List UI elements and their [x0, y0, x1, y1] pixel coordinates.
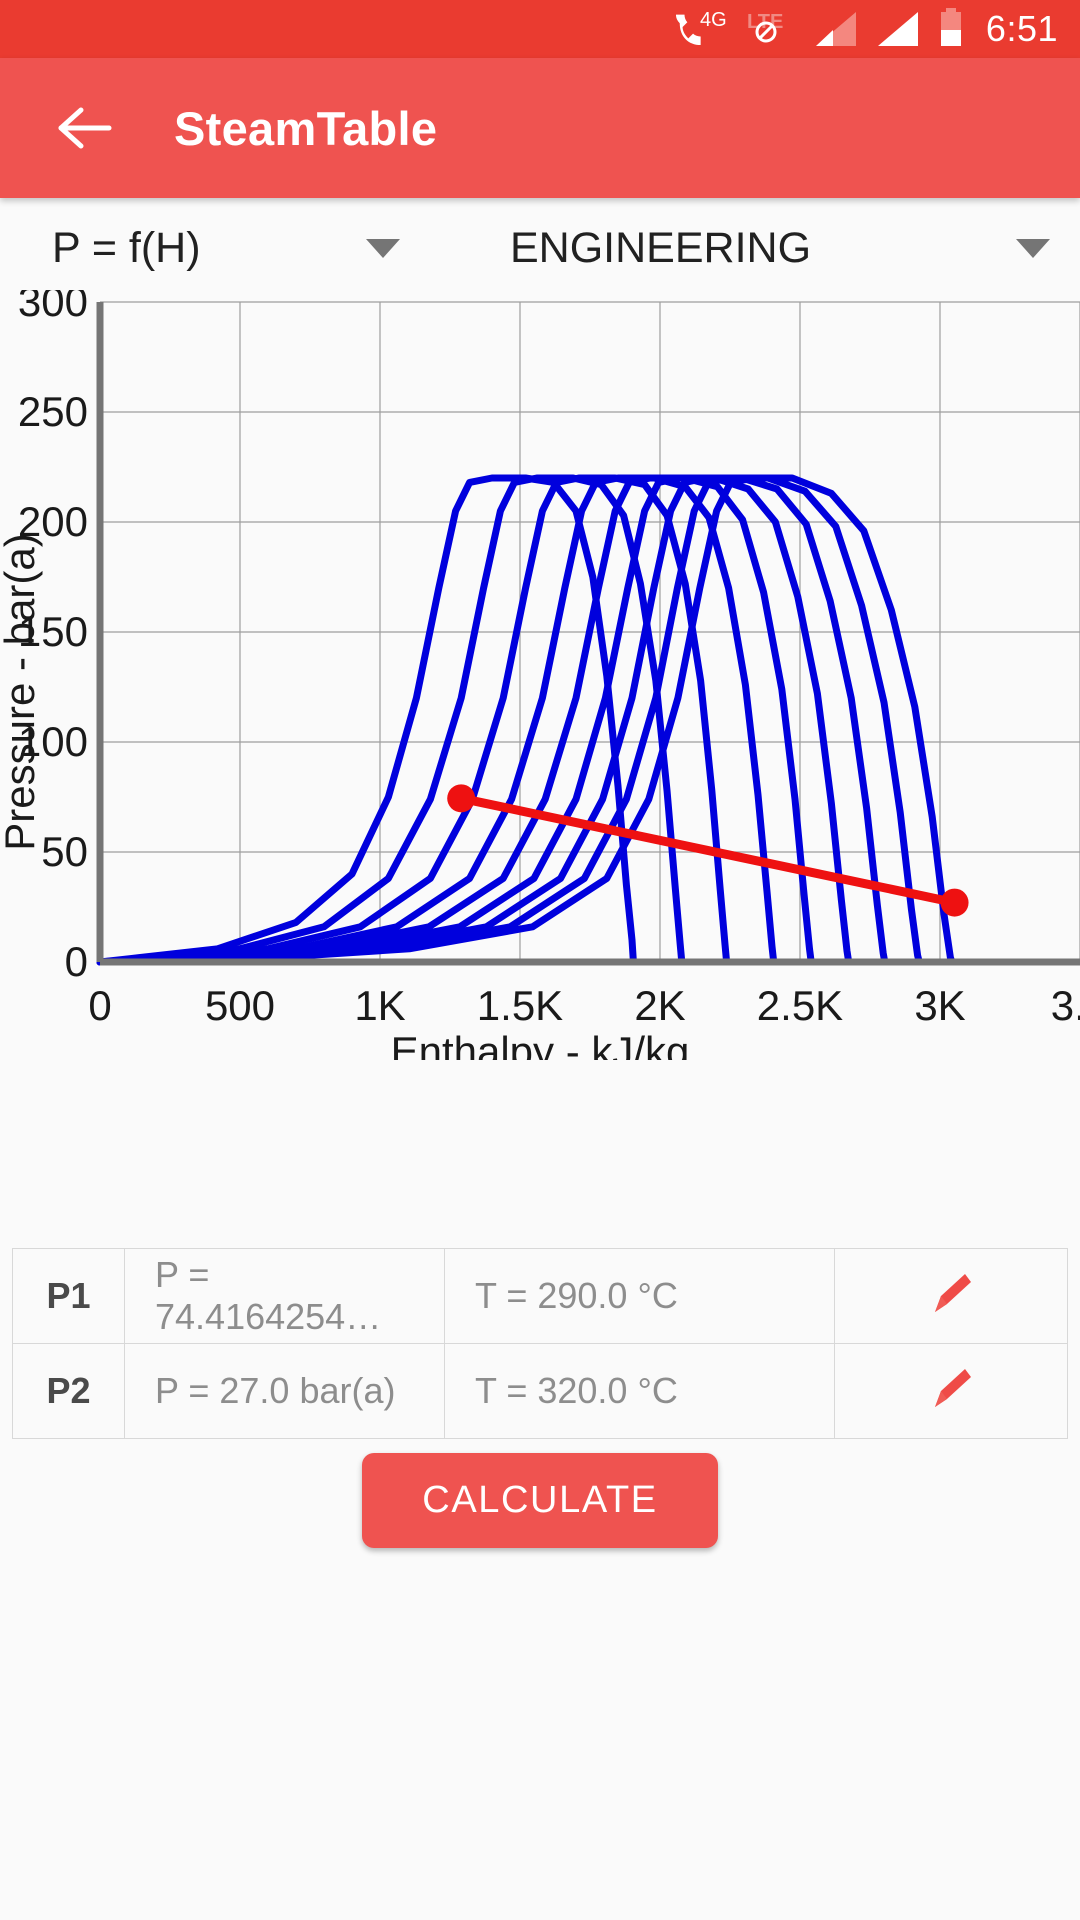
point-pressure[interactable]: P = 74.4164254…	[125, 1249, 445, 1343]
x-axis-tick-label: 2.5K	[757, 982, 843, 1029]
pressure-enthalpy-chart[interactable]: 05010015020025030005001K1.5K2K2.5K3K3.5P…	[0, 290, 1080, 1060]
signal-bar-2-icon	[874, 8, 922, 50]
x-axis-title: Enthalpy - kJ/kg	[391, 1028, 690, 1060]
edit-point-button[interactable]	[835, 1249, 1067, 1343]
status-bar-clock: 6:51	[985, 8, 1058, 49]
units-spinner[interactable]: ENGINEERING	[480, 202, 1080, 294]
chart-canvas: 05010015020025030005001K1.5K2K2.5K3K3.5P…	[0, 290, 1080, 1060]
page-title: SteamTable	[174, 101, 438, 155]
back-button[interactable]	[52, 95, 118, 161]
point-pressure[interactable]: P = 27.0 bar(a)	[125, 1344, 445, 1438]
pencil-edit-icon	[935, 1369, 971, 1407]
table-row: P1 P = 74.4164254… T = 290.0 °C	[12, 1248, 1068, 1344]
point-tag: P2	[13, 1344, 125, 1438]
arrow-back-icon	[58, 107, 112, 149]
status-bar: 4G LTE 6:51	[0, 0, 1080, 58]
x-axis-tick-label: 0	[88, 982, 111, 1029]
process-point-marker[interactable]	[940, 888, 969, 917]
calculate-row: CALCULATE	[0, 1453, 1080, 1548]
spinner-row: P = f(H) ENGINEERING	[0, 198, 1080, 290]
mode-spinner-value: P = f(H)	[52, 223, 201, 272]
y-axis-title: Pressure - bar(a)	[0, 533, 43, 850]
y-axis-tick-label: 0	[65, 938, 88, 985]
main-content: P = f(H) ENGINEERING 0 50 100 150 200 250 300 0…	[0, 198, 1080, 1920]
x-axis-tick-label: 500	[205, 982, 275, 1029]
chevron-down-icon	[1016, 238, 1050, 258]
calculate-button[interactable]: CALCULATE	[362, 1453, 718, 1548]
signal-bar-1-icon	[812, 8, 860, 50]
pencil-edit-icon	[935, 1274, 971, 1312]
x-axis-tick-label: 1.5K	[477, 982, 563, 1029]
chart-series-line	[96, 474, 637, 966]
lte-blocked-icon: LTE	[744, 8, 798, 50]
y-axis-tick-label: 50	[41, 828, 88, 875]
points-table: P1 P = 74.4164254… T = 290.0 °C P2 P = 2…	[12, 1248, 1068, 1439]
battery-icon	[936, 8, 966, 50]
process-point-marker[interactable]	[447, 784, 476, 813]
edit-point-button[interactable]	[835, 1344, 1067, 1438]
app-bar: SteamTable	[0, 58, 1080, 198]
x-axis-tick-label: 1K	[354, 982, 405, 1029]
chart-series-line	[96, 474, 853, 966]
point-tag: P1	[13, 1249, 125, 1343]
units-spinner-value: ENGINEERING	[510, 223, 812, 272]
svg-text:4G: 4G	[700, 9, 727, 31]
point-temperature[interactable]: T = 320.0 °C	[445, 1344, 835, 1438]
x-axis-tick-label: 3.5	[1051, 982, 1080, 1029]
chevron-down-icon	[366, 238, 400, 258]
x-axis-tick-label: 3K	[914, 982, 965, 1029]
point-temperature[interactable]: T = 290.0 °C	[445, 1249, 835, 1343]
chart-series-line	[96, 474, 923, 966]
table-row: P2 P = 27.0 bar(a) T = 320.0 °C	[12, 1343, 1068, 1439]
mode-spinner[interactable]: P = f(H)	[0, 202, 480, 294]
call-4g-icon: 4G	[675, 8, 730, 50]
x-axis-tick-label: 2K	[634, 982, 685, 1029]
y-axis-tick-label: 250	[18, 388, 88, 435]
process-line	[456, 793, 960, 908]
y-axis-tick-label: 300	[18, 290, 88, 325]
